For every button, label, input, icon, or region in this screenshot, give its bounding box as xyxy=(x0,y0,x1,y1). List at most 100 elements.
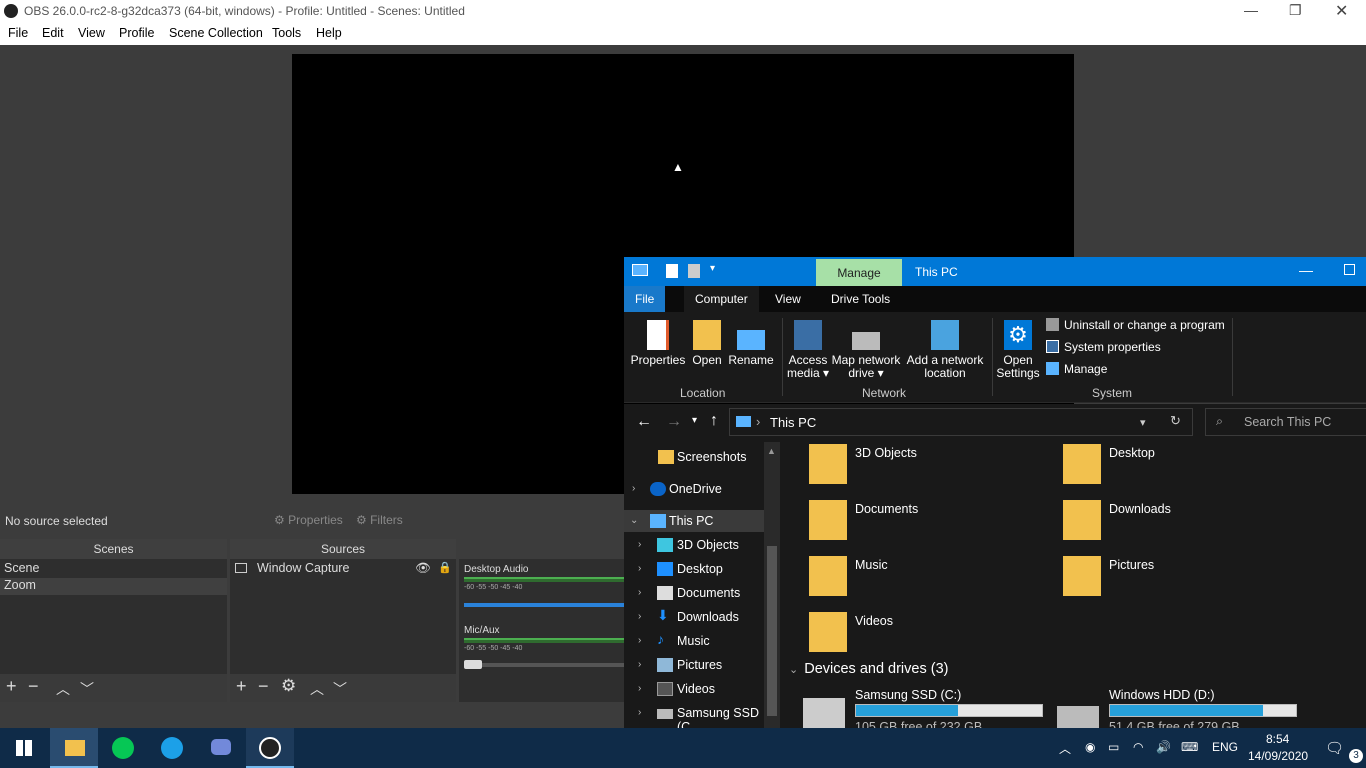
nav-item-desktop[interactable]: › Desktop xyxy=(624,558,764,580)
up-arrow-icon[interactable]: ↑ xyxy=(710,412,718,430)
devices-group-header[interactable]: ⌄ Devices and drives (3) xyxy=(789,661,948,677)
show-hidden-icons-icon[interactable]: ︿ xyxy=(1059,740,1071,757)
taskbar-line[interactable] xyxy=(99,728,147,768)
access-media-button[interactable]: Access media ▾ xyxy=(786,320,830,380)
battery-icon[interactable]: ▭ xyxy=(1108,740,1119,754)
open-settings-button[interactable]: ⚙ Open Settings xyxy=(996,320,1040,380)
start-button[interactable] xyxy=(0,728,48,768)
search-input[interactable]: ⌕ Search This PC xyxy=(1205,408,1366,436)
add-icon[interactable]: + xyxy=(6,676,17,697)
nav-scrollbar[interactable]: ▲ xyxy=(764,442,780,728)
nav-item-music[interactable]: › ♪ Music xyxy=(624,630,764,652)
filters-button[interactable]: ⚙ Filters xyxy=(356,513,403,527)
minimize-icon[interactable]: — xyxy=(1299,262,1313,278)
restore-icon[interactable]: ❐ xyxy=(1289,2,1302,19)
menu-scene-collection[interactable]: Scene Collection xyxy=(169,26,263,40)
keyboard-icon[interactable]: ⌨ xyxy=(1181,740,1198,754)
volume-icon[interactable]: 🔊 xyxy=(1156,740,1171,754)
properties-button[interactable]: Properties xyxy=(630,320,686,367)
tab-drive-tools[interactable]: Drive Tools xyxy=(820,286,901,312)
chevron-right-icon[interactable]: › xyxy=(638,539,641,550)
chevron-down-icon[interactable]: ▾ xyxy=(1140,416,1146,429)
chevron-right-icon[interactable]: › xyxy=(638,707,641,718)
move-up-icon[interactable]: ︿ xyxy=(56,679,70,699)
nav-item-screenshots[interactable]: Screenshots xyxy=(624,446,764,468)
taskbar-obs[interactable] xyxy=(246,728,294,768)
gear-icon[interactable]: ⚙ xyxy=(281,676,296,696)
menu-view[interactable]: View xyxy=(78,26,105,40)
nav-item-this-pc[interactable]: ⌄ This PC xyxy=(624,510,764,532)
menu-file[interactable]: File xyxy=(8,26,28,40)
move-down-icon[interactable]: ﹀ xyxy=(80,679,94,699)
tab-view[interactable]: View xyxy=(764,286,812,312)
wifi-icon[interactable]: ◠ xyxy=(1133,740,1143,754)
nav-item-onedrive[interactable]: › OneDrive xyxy=(624,478,764,500)
chevron-right-icon[interactable]: › xyxy=(638,659,641,670)
source-item[interactable]: Window Capture 👁 🔒 xyxy=(230,561,456,578)
properties-button[interactable]: ⚙ Properties xyxy=(274,513,343,527)
remove-icon[interactable]: − xyxy=(258,676,269,697)
scene-item[interactable]: Zoom xyxy=(0,578,227,595)
scroll-thumb[interactable] xyxy=(767,546,777,716)
scene-item[interactable]: Scene xyxy=(0,561,227,578)
menu-profile[interactable]: Profile xyxy=(119,26,154,40)
nav-item-documents[interactable]: › Documents xyxy=(624,582,764,604)
tab-file[interactable]: File xyxy=(624,286,666,312)
nav-item-pictures[interactable]: › Pictures xyxy=(624,654,764,676)
open-button[interactable]: Open xyxy=(688,320,726,367)
customize-quick-icon[interactable]: ▾ xyxy=(710,263,715,274)
manage-context-tab[interactable]: Manage xyxy=(816,259,902,286)
taskbar-file-explorer[interactable] xyxy=(50,728,98,768)
nav-item-3d-objects[interactable]: › 3D Objects xyxy=(624,534,764,556)
new-folder-quick-icon[interactable] xyxy=(688,264,700,278)
uninstall-button[interactable]: Uninstall or change a program xyxy=(1046,318,1225,332)
move-down-icon[interactable]: ﹀ xyxy=(333,679,347,699)
volume-slider[interactable] xyxy=(464,603,624,607)
nav-item-videos[interactable]: › Videos xyxy=(624,678,764,700)
minimize-icon[interactable]: — xyxy=(1244,2,1258,18)
chevron-down-icon[interactable]: ⌄ xyxy=(630,515,638,526)
slider-handle[interactable] xyxy=(464,660,482,669)
chevron-right-icon[interactable]: › xyxy=(632,483,635,494)
properties-quick-icon[interactable] xyxy=(666,264,678,278)
visibility-icon[interactable]: 👁 xyxy=(415,561,431,576)
rename-button[interactable]: Rename xyxy=(728,320,774,367)
chevron-right-icon[interactable]: › xyxy=(638,635,641,646)
scroll-up-icon[interactable]: ▲ xyxy=(767,446,776,456)
taskbar-discord[interactable] xyxy=(197,728,245,768)
clock-time[interactable]: 8:54 xyxy=(1266,732,1289,746)
language-indicator[interactable]: ENG xyxy=(1212,740,1238,754)
recent-locations-icon[interactable]: ▾ xyxy=(692,415,697,426)
close-icon[interactable]: ✕ xyxy=(1335,1,1348,21)
chevron-right-icon[interactable]: › xyxy=(638,683,641,694)
refresh-icon[interactable]: ↻ xyxy=(1170,413,1181,429)
notification-count-badge[interactable]: 3 xyxy=(1349,749,1363,763)
lock-icon[interactable]: 🔒 xyxy=(438,561,452,574)
menu-edit[interactable]: Edit xyxy=(42,26,64,40)
action-center-icon[interactable]: 🗨 xyxy=(1325,739,1344,757)
nav-item-downloads[interactable]: › ⬇ Downloads xyxy=(624,606,764,628)
volume-slider[interactable] xyxy=(464,660,624,669)
add-location-button[interactable]: Add a network location xyxy=(904,320,986,380)
chevron-right-icon[interactable]: › xyxy=(638,587,641,598)
forward-arrow-icon[interactable]: → xyxy=(666,413,682,431)
move-up-icon[interactable]: ︿ xyxy=(310,679,324,699)
content-pane: 3D Objects Desktop Documents Downloads M… xyxy=(781,442,1366,734)
taskbar-edge[interactable] xyxy=(148,728,196,768)
chevron-right-icon[interactable]: › xyxy=(638,563,641,574)
menu-tools[interactable]: Tools xyxy=(272,26,301,40)
clock-date[interactable]: 14/09/2020 xyxy=(1248,749,1308,763)
nav-item-samsung-ssd[interactable]: › Samsung SSD (C xyxy=(624,702,764,734)
back-arrow-icon[interactable]: ← xyxy=(636,413,652,431)
maximize-icon[interactable] xyxy=(1344,264,1355,275)
remove-icon[interactable]: − xyxy=(28,676,39,697)
address-box[interactable]: › This PC ▾ ↻ xyxy=(729,408,1193,436)
chevron-right-icon[interactable]: › xyxy=(638,611,641,622)
menu-help[interactable]: Help xyxy=(316,26,342,40)
add-icon[interactable]: + xyxy=(236,676,247,697)
tab-computer[interactable]: Computer xyxy=(684,286,759,312)
map-drive-button[interactable]: Map network drive ▾ xyxy=(830,320,902,380)
system-properties-button[interactable]: System properties xyxy=(1046,340,1161,354)
obs-tray-icon[interactable]: ◉ xyxy=(1085,740,1095,754)
manage-button[interactable]: Manage xyxy=(1046,362,1107,376)
